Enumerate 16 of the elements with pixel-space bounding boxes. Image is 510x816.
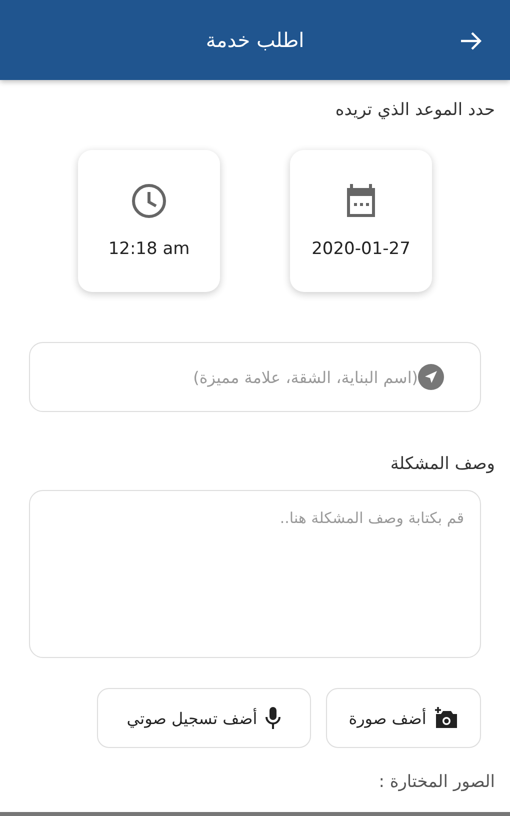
date-picker[interactable]: 2020-01-27 (290, 150, 432, 292)
arrow-icon[interactable] (460, 31, 482, 51)
microphone-icon (265, 706, 282, 730)
time-picker[interactable]: 12:18 am (78, 150, 220, 292)
description-field[interactable]: قم بكتابة وصف المشكلة هنا.. (29, 490, 481, 658)
calendar-icon (344, 183, 378, 219)
section-label: حدد الموعد الذي تريده (334, 100, 496, 120)
location-field[interactable]: (اسم البناية، الشقة، علامة مميزة) (29, 342, 481, 412)
app-bar-title: اطلب خدمة (206, 28, 304, 52)
clock-icon (131, 183, 167, 219)
section-label: وصف المشكلة (389, 454, 496, 474)
add-voice-button[interactable]: أضف تسجيل صوتي (97, 688, 311, 748)
navigation-icon (418, 364, 444, 390)
section-label: الصور المختارة : (378, 772, 496, 792)
add-photo-button[interactable]: أضف صورة (326, 688, 481, 748)
camera-icon (434, 707, 458, 729)
